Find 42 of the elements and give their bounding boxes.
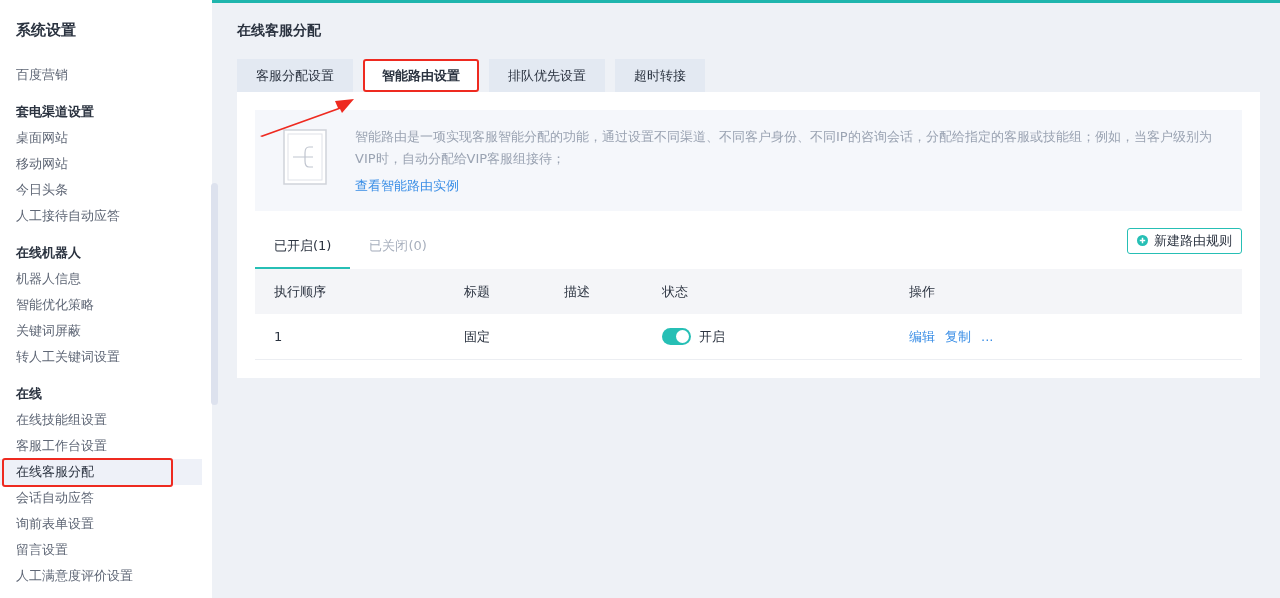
sidebar-item[interactable]: 在线客服分配 [0,459,202,485]
toggle-switch[interactable] [662,328,691,345]
sidebar-item[interactable]: 关键词屏蔽 [0,318,202,344]
tab[interactable]: 客服分配设置 [237,59,353,92]
sidebar-section-title: 在线 [15,385,43,403]
sidebar-item[interactable]: 询前表单设置 [0,511,202,537]
sidebar-item[interactable]: 智能优化策略 [0,292,202,318]
sidebar-item[interactable]: 人工接待自动应答 [0,203,202,229]
sidebar-section-title: 在线机器人 [15,244,82,262]
column-header: 执行顺序 [274,283,326,299]
sidebar-item[interactable]: 今日头条 [0,177,202,203]
plus-icon [1137,235,1148,246]
scrollbar[interactable] [211,183,218,405]
sidebar-item[interactable]: 桌面网站 [0,125,202,151]
table-cell-text: 固定 [464,327,490,346]
column-header: 操作 [909,283,935,299]
column-header: 标题 [464,283,490,299]
tab[interactable]: 排队优先设置 [489,59,605,92]
routing-icon [283,129,327,185]
column-header: 状态 [662,283,688,299]
tab[interactable]: 智能路由设置 [363,59,479,92]
sidebar-item[interactable]: 转人工关键词设置 [0,344,202,370]
action-link[interactable]: 编辑 [909,326,935,347]
sidebar-title: 系统设置 [15,20,77,41]
sidebar-item[interactable]: 会话自动应答 [0,485,202,511]
table-cell-text: 1 [274,327,283,346]
column-header: 描述 [564,283,590,299]
sidebar-item[interactable]: 客服工作台设置 [0,433,202,459]
tab[interactable]: 超时转接 [615,59,705,92]
new-rule-button[interactable]: 新建路由规则 [1127,227,1242,254]
sidebar-item[interactable]: 百度营销 [0,62,202,88]
page-title: 在线客服分配 [237,21,322,40]
sidebar-item[interactable]: 留言设置 [0,537,202,563]
example-link[interactable]: 查看智能路由实例 [355,176,459,196]
sidebar-item[interactable]: 移动网站 [0,151,202,177]
sidebar-item[interactable]: 机器人信息 [0,266,202,292]
sidebar-item[interactable]: 人工满意度评价设置 [0,563,202,589]
action-link[interactable]: 复制 [945,326,971,347]
sidebar-section-title: 套电渠道设置 [15,103,95,121]
status-text: 开启 [699,327,725,346]
sidebar-item[interactable]: 在线技能组设置 [0,407,202,433]
action-link[interactable]: ... [981,326,994,347]
